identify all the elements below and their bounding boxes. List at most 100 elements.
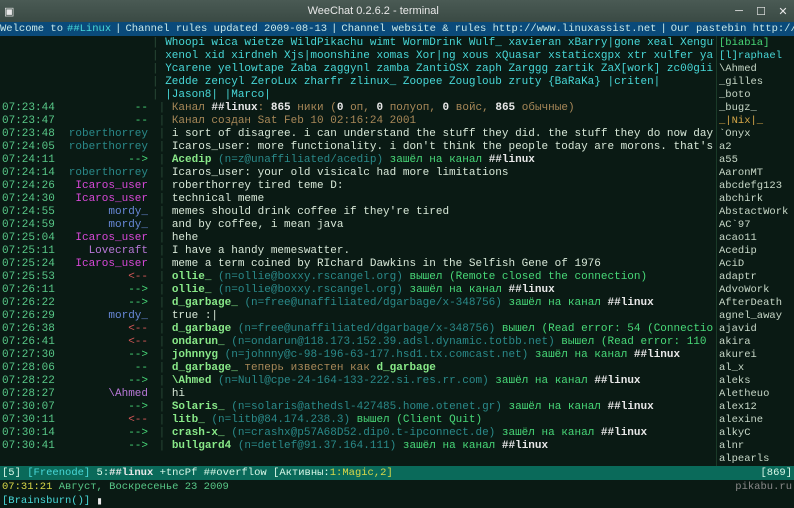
nicklist-item[interactable]: al_x [719,362,792,375]
topic-welcome: Welcome to [0,23,63,35]
nicklist-item[interactable]: \Ahmed [719,63,792,76]
chat-line: 07:24:59mordy_ | and by coffee, i mean j… [2,219,714,232]
timestamp: 07:25:24 [2,258,56,271]
message: roberthorrey tired teme D: [172,180,714,193]
timestamp: 07:30:41 [2,440,56,453]
message: ondarun_ (n=ondarun@118.173.152.39.adsl.… [172,336,714,349]
chat-line: 07:26:41<-- | ondarun_ (n=ondarun@118.17… [2,336,714,349]
status-bar: [5] [Freenode] 5: ##linux +tncPf ##overf… [0,466,794,480]
nicklist-item[interactable]: AfterDeath [719,297,792,310]
status-active-label: [Активны: [273,467,330,479]
nick: -- [56,362,152,375]
names-line: | Whoopi wica wietze WildPikachu wimt Wo… [2,37,714,50]
chat-line: 07:28:27\Ahmed | hi [2,388,714,401]
status-channel: ##linux [109,467,153,479]
nicklist-item[interactable]: AbstactWork [719,206,792,219]
nicklist-item[interactable]: [l]raphael [719,50,792,63]
message: Solaris_ (n=solaris@athedsl-427485.home.… [172,401,714,414]
timestamp: 07:23:48 [2,128,56,141]
nicklist-item[interactable]: akurei [719,349,792,362]
names-line: | xenol xid xirdneh Xjs|moonshine xomas … [2,50,714,63]
nicklist[interactable]: [biabia] [l]raphael \Ahmed _gilles _boto… [716,36,794,466]
nicklist-item[interactable]: `Onyx [719,128,792,141]
nick: --> [56,401,152,414]
message: litb_ (n=litb@84.174.238.3) вышел (Clien… [172,414,714,427]
clock: 07:31:21 [2,481,52,493]
message: Канал ##linux: 865 ники (0 оп, 0 полуоп,… [172,102,714,115]
nicklist-item[interactable]: alnr [719,440,792,453]
input-bar[interactable]: [Brainsburn()] ▮ [0,494,794,508]
nicklist-item[interactable]: acao11 [719,232,792,245]
nick: roberthorrey [56,128,152,141]
nicklist-item[interactable]: _gilles [719,76,792,89]
timestamp: 07:25:04 [2,232,56,245]
timestamp: 07:26:11 [2,284,56,297]
close-icon[interactable]: ✕ [776,4,790,18]
window-titlebar: ▣ WeeChat 0.2.6.2 - terminal ─ ☐ ✕ [0,0,794,22]
topic-bar: Welcome to ##Linux | Channel rules updat… [0,22,794,36]
nicklist-item[interactable]: _bugz_ [719,102,792,115]
nick: Icaros_user [56,193,152,206]
chat-line: 07:25:11Lovecraft | I have a handy memes… [2,245,714,258]
topic-rules: Channel rules updated 2009-08-13 [125,23,327,35]
nicklist-item[interactable]: agnel_away [719,310,792,323]
nick: --> [56,427,152,440]
timestamp: 07:28:22 [2,375,56,388]
timestamp: 07:26:38 [2,323,56,336]
nick: --> [56,284,152,297]
nicklist-item[interactable]: alexine [719,414,792,427]
nicklist-item[interactable]: abcdefg123 [719,180,792,193]
nicklist-item[interactable]: aleks [719,375,792,388]
chat-line: 07:30:07--> | Solaris_ (n=solaris@atheds… [2,401,714,414]
chat-line: 07:23:47-- | Канал создан Sat Feb 10 02:… [2,115,714,128]
timestamp: 07:24:55 [2,206,56,219]
nicklist-item[interactable]: AaronMT [719,167,792,180]
chat-line: 07:26:11--> | ollie_ (n=ollie@boxxy.rsca… [2,284,714,297]
message: Acedip (n=z@unaffiliated/acedip) зашёл н… [172,154,714,167]
nicklist-item[interactable]: Acedip [719,245,792,258]
chat-line: 07:26:29mordy_ | true :| [2,310,714,323]
nicklist-item[interactable]: AciD [719,258,792,271]
nicklist-item[interactable]: a2 [719,141,792,154]
date: Август, Воскресенье 23 2009 [59,481,229,493]
chat-line: 07:26:38<-- | d_garbage (n=free@unaffili… [2,323,714,336]
message: crash-x_ (n=crashx@p57A68D52.dip0.t-ipco… [172,427,714,440]
message: d_garbage_ теперь известен как d_garbage [172,362,714,375]
nicklist-item[interactable]: alex12 [719,401,792,414]
status-active-val: 1:Magic,2] [330,467,393,479]
chat-line: 07:24:26Icaros_user | roberthorrey tired… [2,180,714,193]
chat-line: 07:28:06-- | d_garbage_ теперь известен … [2,362,714,375]
timestamp: 07:28:27 [2,388,56,401]
nicklist-item[interactable]: Aletheuo [719,388,792,401]
nicklist-item[interactable]: alpearls [719,453,792,466]
message: \Ahmed (n=Null@cpe-24-164-133-222.si.res… [172,375,714,388]
nicklist-header: [biabia] [719,37,792,50]
minimize-icon[interactable]: ─ [732,4,746,18]
message: technical meme [172,193,714,206]
nicklist-item[interactable]: AC`97 [719,219,792,232]
nicklist-item[interactable]: _boto [719,89,792,102]
timestamp: 07:26:22 [2,297,56,310]
message: meme a term coined by RIchard Dawkins in… [172,258,714,271]
message: I have a handy memeswatter. [172,245,714,258]
nick: \Ahmed [56,388,152,401]
timestamp: 07:30:11 [2,414,56,427]
nick: Icaros_user [56,232,152,245]
maximize-icon[interactable]: ☐ [754,4,768,18]
timestamp: 07:25:53 [2,271,56,284]
nicklist-item[interactable]: abchirk [719,193,792,206]
nicklist-item[interactable]: a55 [719,154,792,167]
nicklist-item[interactable]: _|Nix|_ [719,115,792,128]
nicklist-item[interactable]: akira [719,336,792,349]
nicklist-item[interactable]: AdvoWork [719,284,792,297]
nick: <-- [56,336,152,349]
nicklist-item[interactable]: alkyC [719,427,792,440]
nick: <-- [56,414,152,427]
nicklist-item[interactable]: ajavid [719,323,792,336]
nick: Lovecraft [56,245,152,258]
topic-channel: ##Linux [67,23,111,35]
message: Icaros_user: more functionality. i don't… [172,141,714,154]
nick: -- [56,102,152,115]
chat-buffer[interactable]: | Whoopi wica wietze WildPikachu wimt Wo… [0,36,716,466]
nicklist-item[interactable]: adaptr [719,271,792,284]
